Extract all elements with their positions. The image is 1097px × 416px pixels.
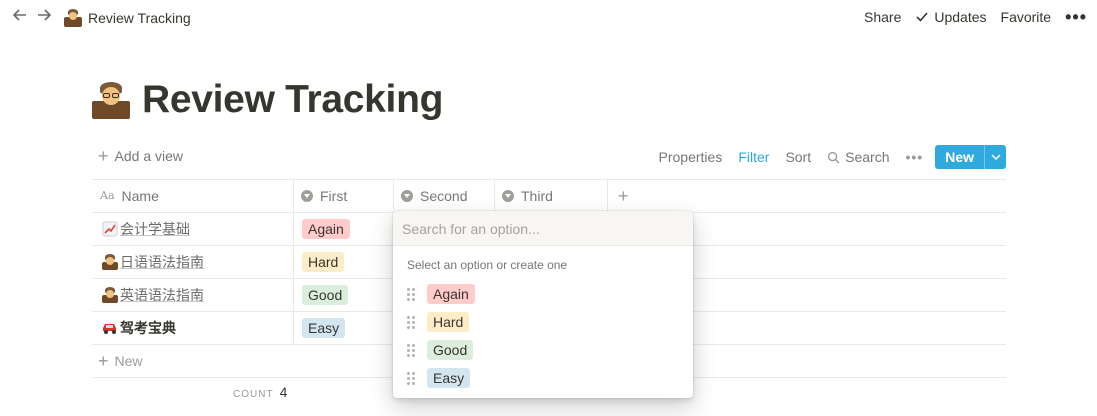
count-label: COUNT [233, 389, 274, 400]
add-column-button[interactable]: + [608, 179, 642, 212]
first-cell[interactable]: Good [302, 278, 349, 311]
option-item[interactable]: Hard [401, 308, 685, 336]
dropdown-hint: Select an option or create one [407, 258, 568, 272]
column-header-third[interactable]: Third [494, 179, 607, 212]
first-cell[interactable]: Again [302, 212, 350, 245]
new-button: New [935, 145, 1006, 169]
drag-handle-icon[interactable] [407, 371, 415, 385]
option-tag: Easy [427, 368, 471, 388]
top-bar: Review Tracking Share Updates Favorite •… [0, 0, 1097, 34]
name-cell[interactable]: 英语语法指南 [102, 278, 204, 311]
teacher-emoji-icon [102, 286, 118, 303]
option-item[interactable]: Good [401, 336, 685, 364]
search-label: Search [845, 149, 890, 165]
more-options-icon[interactable]: ••• [905, 149, 923, 165]
column-header-name[interactable]: Aa Name [92, 179, 293, 212]
column-header-second[interactable]: Second [393, 179, 494, 212]
breadcrumb-label: Review Tracking [88, 10, 191, 26]
select-tag: Good [302, 284, 349, 305]
name-cell[interactable]: 驾考宝典 [102, 311, 176, 344]
option-item[interactable]: Again [401, 280, 685, 308]
select-icon [401, 189, 413, 202]
select-tag: Hard [302, 251, 345, 272]
favorite-button[interactable]: Favorite [1001, 9, 1052, 25]
column-header-first[interactable]: First [293, 179, 393, 212]
more-options-icon[interactable]: ••• [1065, 8, 1087, 26]
select-option-dropdown: Select an option or create one Again Har… [393, 211, 693, 398]
teacher-emoji-icon [102, 253, 118, 270]
chevron-down-icon[interactable] [984, 145, 1006, 169]
first-cell[interactable]: Easy [302, 311, 346, 344]
search-button[interactable]: Search [827, 149, 889, 165]
updates-button[interactable]: Updates [915, 9, 987, 25]
drag-handle-icon[interactable] [407, 315, 415, 329]
search-icon [828, 151, 840, 164]
plus-icon: + [98, 350, 109, 371]
database-actions: Properties Filter Sort Search ••• New [643, 144, 1006, 170]
new-row-button[interactable]: + New [98, 344, 143, 377]
option-search-bar [393, 211, 693, 246]
page-title-text[interactable]: Review Tracking [142, 78, 443, 122]
row-title: 会计学基础 [120, 220, 190, 237]
top-actions: Share Updates Favorite ••• [850, 7, 1087, 27]
car-emoji-icon [103, 323, 116, 334]
teacher-emoji-icon [64, 9, 82, 27]
row-title: 日语语法指南 [120, 253, 204, 270]
option-tag: Again [427, 284, 475, 304]
share-button[interactable]: Share [864, 9, 901, 25]
text-type-icon: Aa [100, 189, 115, 202]
select-icon [301, 189, 313, 202]
select-tag: Easy [302, 317, 346, 338]
database-toolbar: + Add a view Properties Filter Sort Sear… [92, 144, 1006, 172]
chart-increasing-emoji-icon [102, 221, 118, 236]
teacher-emoji-icon[interactable] [92, 81, 130, 119]
column-label: Name [121, 187, 159, 204]
select-icon [502, 189, 514, 202]
option-search-input[interactable] [393, 211, 673, 246]
breadcrumb[interactable]: Review Tracking [64, 8, 191, 28]
properties-button[interactable]: Properties [659, 149, 723, 165]
column-label: First [320, 187, 348, 204]
arrow-right-icon[interactable] [34, 6, 54, 28]
drag-handle-icon[interactable] [407, 287, 415, 301]
count-footer[interactable]: COUNT 4 [233, 384, 287, 400]
new-row-label: New [114, 352, 143, 369]
check-icon [916, 12, 928, 22]
column-label: Second [420, 187, 468, 204]
plus-icon: + [98, 146, 109, 166]
drag-handle-icon[interactable] [407, 343, 415, 357]
row-title: 英语语法指南 [120, 286, 204, 303]
select-tag: Again [302, 218, 350, 239]
row-title: 驾考宝典 [120, 319, 176, 336]
option-tag: Good [427, 340, 474, 360]
option-item[interactable]: Easy [401, 364, 685, 392]
plus-icon: + [618, 185, 629, 206]
filter-button[interactable]: Filter [738, 149, 769, 165]
name-cell[interactable]: 日语语法指南 [102, 245, 204, 278]
count-value: 4 [279, 384, 288, 400]
page-title: Review Tracking [92, 75, 443, 125]
arrow-left-icon[interactable] [10, 6, 30, 28]
sort-button[interactable]: Sort [785, 149, 811, 165]
name-cell[interactable]: 会计学基础 [102, 212, 190, 245]
option-tag: Hard [427, 312, 470, 332]
add-view-button[interactable]: + Add a view [98, 146, 183, 166]
new-button-label[interactable]: New [935, 145, 984, 169]
add-view-label: Add a view [114, 148, 183, 164]
first-cell[interactable]: Hard [302, 245, 345, 278]
column-label: Third [521, 187, 553, 204]
updates-label: Updates [934, 9, 987, 25]
